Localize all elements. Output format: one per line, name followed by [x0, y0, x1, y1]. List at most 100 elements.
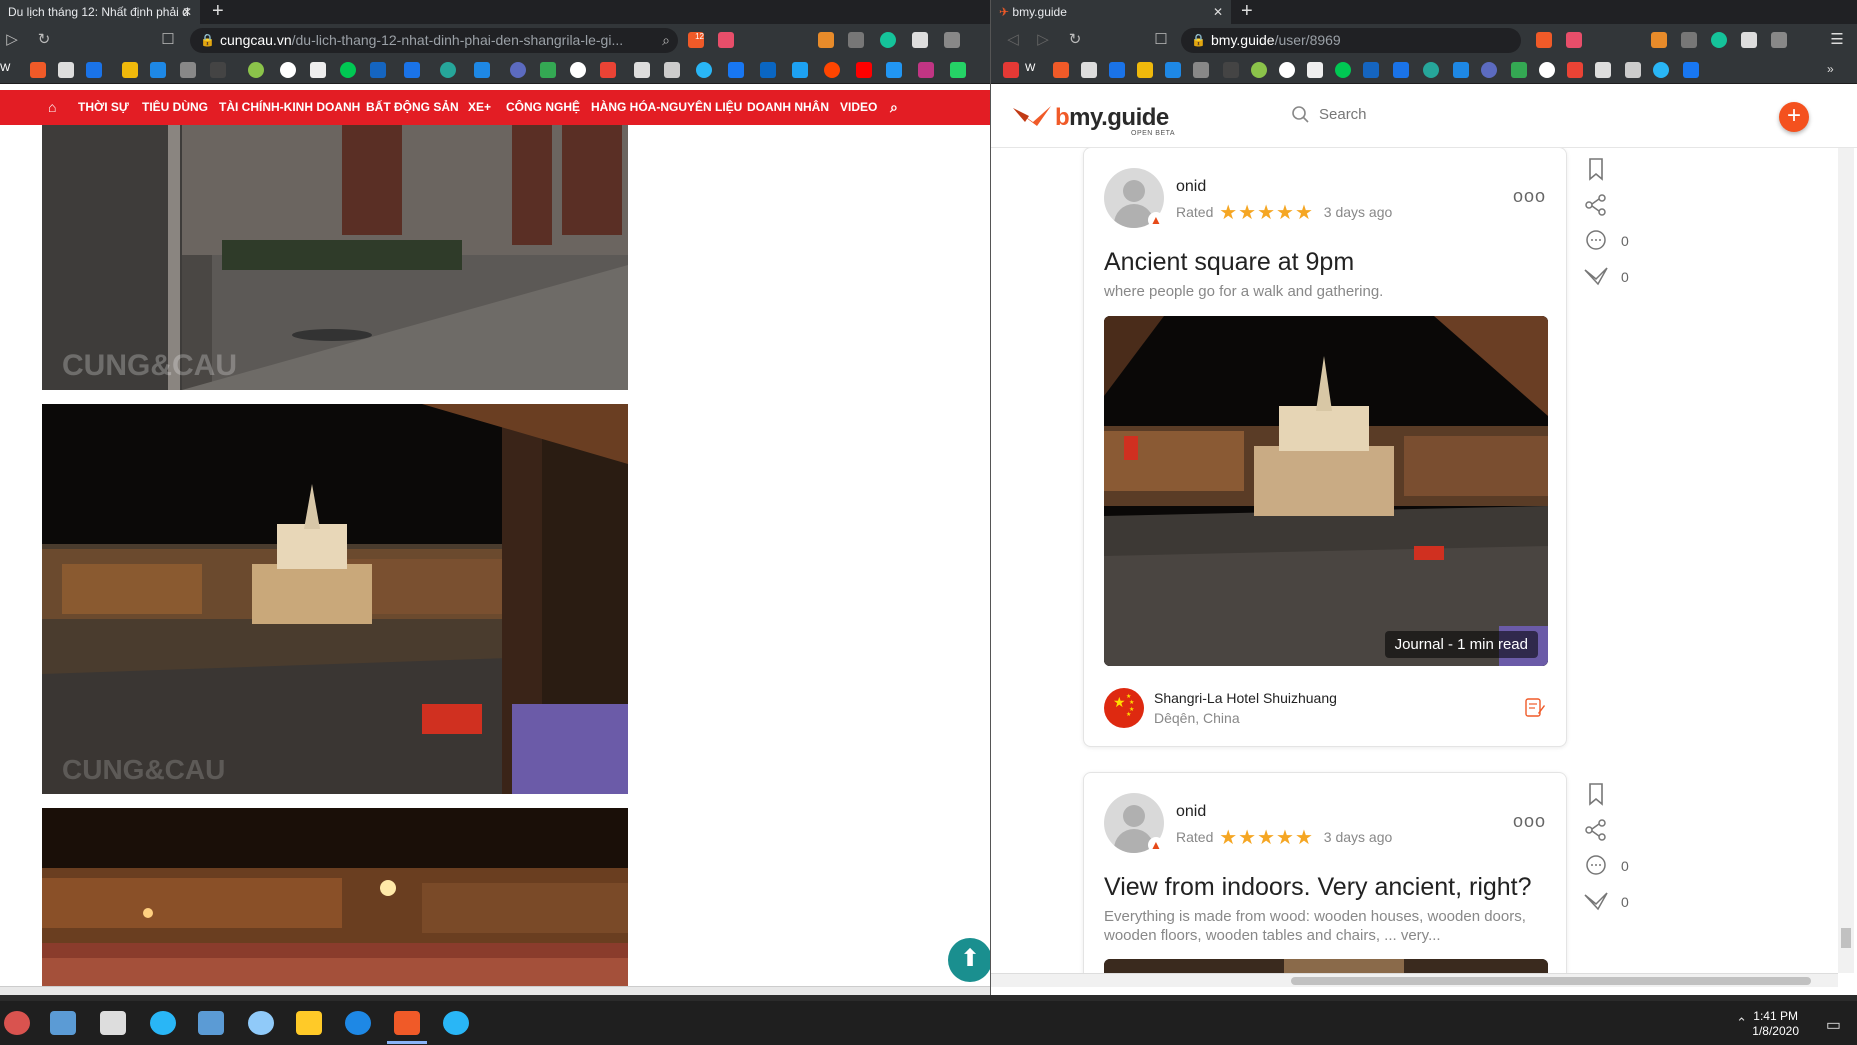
- bookmark-google[interactable]: [1539, 62, 1555, 78]
- notes-app-icon[interactable]: [50, 1011, 76, 1035]
- app-icon[interactable]: [345, 1011, 371, 1035]
- bookmark-17[interactable]: [950, 62, 966, 78]
- left-horizontal-scrollbar[interactable]: [0, 986, 990, 995]
- home-icon[interactable]: ⌂: [48, 90, 56, 125]
- bookmark-1[interactable]: [1003, 62, 1019, 78]
- address-bar[interactable]: 🔒 bmy.guide/user/8969: [1181, 28, 1521, 53]
- bookmark-6[interactable]: [1251, 62, 1267, 78]
- comment-button[interactable]: 0: [1583, 228, 1643, 258]
- bookmark-3[interactable]: [1109, 62, 1125, 78]
- bookmark-instagram[interactable]: [918, 62, 934, 78]
- bookmark-2[interactable]: [1081, 62, 1097, 78]
- metamask-icon[interactable]: [1651, 32, 1667, 48]
- scroll-to-top-button[interactable]: ⬆: [948, 938, 990, 982]
- share-button[interactable]: [1583, 817, 1643, 847]
- new-tab-button[interactable]: +: [1241, 0, 1253, 24]
- bookmark-15[interactable]: [1595, 62, 1611, 78]
- brave-browser-icon[interactable]: [394, 1011, 420, 1035]
- bookmark-16[interactable]: [886, 62, 902, 78]
- bookmark-8[interactable]: [310, 62, 326, 78]
- search-icon[interactable]: ⌕: [890, 90, 898, 125]
- more-options-icon[interactable]: ooo: [1513, 811, 1546, 832]
- scrollbar-thumb[interactable]: [1841, 928, 1851, 948]
- post-image[interactable]: [1104, 959, 1548, 973]
- nav-item[interactable]: TÀI CHÍNH-KINH DOANH: [219, 90, 360, 125]
- bookmark-8[interactable]: [1307, 62, 1323, 78]
- bookmark-drive[interactable]: [1511, 62, 1527, 78]
- forward-icon[interactable]: ▷: [1033, 30, 1053, 50]
- bookmark-button[interactable]: [1583, 781, 1643, 811]
- bookmark-7[interactable]: [1279, 62, 1295, 78]
- bookmark-k[interactable]: [1165, 62, 1181, 78]
- grammarly-icon[interactable]: [1711, 32, 1727, 48]
- bmy-logo-icon[interactable]: [1011, 102, 1053, 132]
- bookmark-m[interactable]: [1625, 62, 1641, 78]
- bookmark-11[interactable]: [1393, 62, 1409, 78]
- bookmark-12[interactable]: [1423, 62, 1439, 78]
- clock[interactable]: 1:41 PM 1/8/2020: [1752, 1009, 1799, 1039]
- t-extension-icon[interactable]: [1771, 32, 1787, 48]
- bookmark-m[interactable]: [664, 62, 680, 78]
- bookmark-telegram[interactable]: [696, 62, 712, 78]
- scrollbar-thumb[interactable]: [1291, 977, 1811, 985]
- t-extension-icon[interactable]: [944, 32, 960, 48]
- reload-icon[interactable]: ↻: [1065, 30, 1085, 50]
- bookmarks-overflow-icon[interactable]: »: [1827, 62, 1843, 78]
- start-icon[interactable]: [4, 1011, 30, 1035]
- close-tab-icon[interactable]: ✕: [1213, 0, 1223, 24]
- more-options-icon[interactable]: ooo: [1513, 186, 1546, 207]
- bookmark-4[interactable]: [180, 62, 196, 78]
- brave-rewards-icon[interactable]: [718, 32, 734, 48]
- nav-item[interactable]: CÔNG NGHỆ: [506, 90, 580, 125]
- post-title[interactable]: View from indoors. Very ancient, right?: [1104, 873, 1532, 902]
- bookmark-11[interactable]: [404, 62, 420, 78]
- sync-app-icon[interactable]: [150, 1011, 176, 1035]
- forward-icon[interactable]: ▷: [2, 30, 22, 50]
- bookmark-binance[interactable]: [122, 62, 138, 78]
- nav-item[interactable]: DOANH NHÂN: [747, 90, 829, 125]
- bookmark-linkedin[interactable]: [760, 62, 776, 78]
- username[interactable]: onid: [1176, 178, 1206, 196]
- create-post-button[interactable]: +: [1779, 102, 1809, 132]
- bookmark-facebook[interactable]: [1683, 62, 1699, 78]
- post-image[interactable]: Journal - 1 min read: [1104, 316, 1548, 666]
- bookmark-14[interactable]: [510, 62, 526, 78]
- menu-icon[interactable]: ☰: [1827, 30, 1847, 50]
- brave-shield-icon[interactable]: [1536, 32, 1552, 48]
- bookmark-k[interactable]: [150, 62, 166, 78]
- username[interactable]: onid: [1176, 803, 1206, 821]
- bookmark-2[interactable]: [58, 62, 74, 78]
- nav-item[interactable]: HÀNG HÓA-NGUYÊN LIỆU: [591, 90, 742, 125]
- bookmark-reddit[interactable]: [824, 62, 840, 78]
- bookmark-10[interactable]: [1363, 62, 1379, 78]
- cc-icon[interactable]: [1681, 32, 1697, 48]
- reload-icon[interactable]: ↻: [34, 30, 54, 50]
- grammarly-icon[interactable]: [880, 32, 896, 48]
- nav-item[interactable]: VIDEO: [840, 90, 877, 125]
- place-name[interactable]: Shangri-La Hotel Shuizhuang: [1154, 690, 1337, 706]
- bookmark-w[interactable]: W: [1025, 62, 1041, 78]
- logo-text[interactable]: bmy.guide: [1055, 104, 1169, 132]
- bookmark-drive[interactable]: [540, 62, 556, 78]
- nav-item[interactable]: XE+: [468, 90, 491, 125]
- like-button[interactable]: 0: [1583, 889, 1643, 919]
- bookmark-star-icon[interactable]: ☐: [158, 30, 178, 50]
- bookmark-4[interactable]: [1193, 62, 1209, 78]
- post-title[interactable]: Ancient square at 9pm: [1104, 248, 1354, 277]
- bookmark-3[interactable]: [86, 62, 102, 78]
- bookmark-9[interactable]: [1335, 62, 1351, 78]
- telegram-icon[interactable]: [443, 1011, 469, 1035]
- nav-item[interactable]: BẤT ĐỘNG SẢN: [366, 90, 459, 125]
- comment-button[interactable]: 0: [1583, 853, 1643, 883]
- search-input[interactable]: Search: [1291, 104, 1367, 126]
- bookmark-5[interactable]: [210, 62, 226, 78]
- bookmark-6[interactable]: [248, 62, 264, 78]
- brave-rewards-icon[interactable]: [1566, 32, 1582, 48]
- bookmark-7[interactable]: [280, 62, 296, 78]
- bookmark-twitter[interactable]: [792, 62, 808, 78]
- calculator-icon[interactable]: [100, 1011, 126, 1035]
- nav-item[interactable]: TIÊU DÙNG: [142, 90, 208, 125]
- bookmark-bmy[interactable]: [30, 62, 46, 78]
- bookmark-9[interactable]: [340, 62, 356, 78]
- bookmark-12[interactable]: [440, 62, 456, 78]
